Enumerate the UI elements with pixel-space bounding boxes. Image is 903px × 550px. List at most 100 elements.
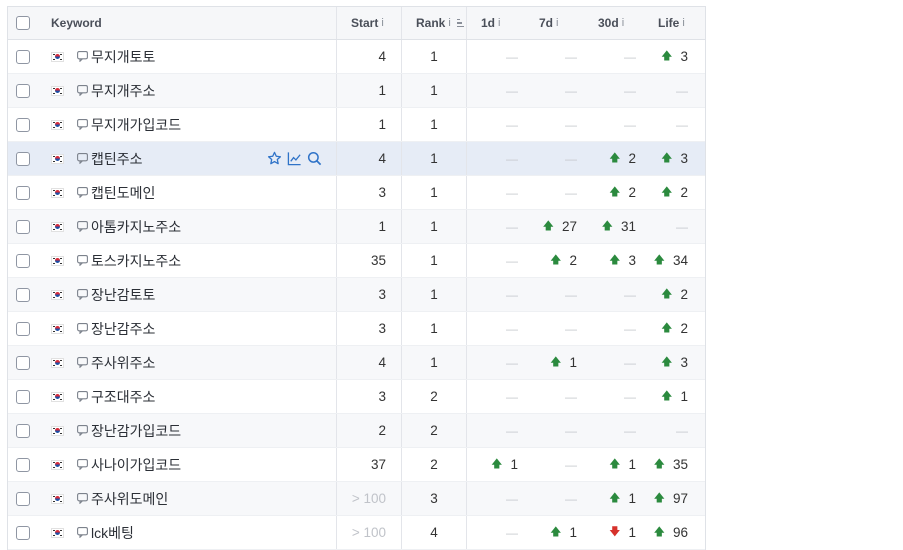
table-row[interactable]: lck베팅 > 100 4— 🡅 1 🡇 1 🡅 96 xyxy=(8,516,705,550)
start-cell: 4 xyxy=(336,40,401,73)
d7-cell: — xyxy=(525,414,584,447)
row-checkbox[interactable] xyxy=(16,457,30,472)
serp-preview-icon[interactable] xyxy=(77,289,88,300)
table-row[interactable]: 무지개주소 1 1 — — — — xyxy=(8,74,705,108)
keyword-text[interactable]: 장난감가입코드 xyxy=(91,421,181,441)
row-checkbox[interactable] xyxy=(16,355,30,370)
rank-column-header[interactable]: Rank i xyxy=(401,7,467,39)
serp-preview-icon[interactable] xyxy=(77,357,88,368)
serp-preview-icon[interactable] xyxy=(77,255,88,266)
d30-cell: — xyxy=(584,40,643,73)
d30-cell: 🡇 1 xyxy=(584,516,643,549)
serp-preview-icon[interactable] xyxy=(77,153,88,164)
keyword-text[interactable]: 무지개가입코드 xyxy=(91,115,181,135)
d7-change: 🡅 27 xyxy=(543,217,577,236)
table-row[interactable]: 무지개토토 4 1— — — 🡅 3 xyxy=(8,40,705,74)
info-icon[interactable]: i xyxy=(682,17,684,29)
serp-preview-icon[interactable] xyxy=(77,391,88,402)
life-column-header[interactable]: Life i xyxy=(643,7,704,39)
row-checkbox[interactable] xyxy=(16,321,30,336)
table-row[interactable]: 캡틴도메인 3 1— — 🡅 2 🡅 2 xyxy=(8,176,705,210)
start-cell: 4 xyxy=(336,142,401,175)
serp-preview-icon[interactable] xyxy=(77,51,88,62)
serp-preview-icon[interactable] xyxy=(77,459,88,470)
info-icon[interactable]: i xyxy=(498,17,500,29)
keyword-text[interactable]: 캡틴주소 xyxy=(91,149,143,169)
row-checkbox[interactable] xyxy=(16,287,30,302)
arrow-up-icon: 🡅 xyxy=(661,390,673,402)
serp-preview-icon[interactable] xyxy=(77,493,88,504)
info-icon[interactable]: i xyxy=(556,17,558,29)
serp-preview-icon[interactable] xyxy=(77,119,88,130)
info-icon[interactable]: i xyxy=(448,17,450,29)
serp-preview-icon[interactable] xyxy=(77,323,88,334)
row-checkbox[interactable] xyxy=(16,389,30,404)
rank-cell: 2 xyxy=(401,380,467,413)
info-icon[interactable]: i xyxy=(622,17,624,29)
row-checkbox[interactable] xyxy=(16,49,30,64)
row-checkbox[interactable] xyxy=(16,185,30,200)
row-checkbox[interactable] xyxy=(16,253,30,268)
serp-preview-icon[interactable] xyxy=(77,425,88,436)
keyword-text[interactable]: 무지개토토 xyxy=(91,47,155,67)
serp-preview-icon[interactable] xyxy=(77,221,88,232)
select-all-cell xyxy=(8,7,38,39)
keyword-text[interactable]: 토스카지노주소 xyxy=(91,251,181,271)
table-row[interactable]: 구조대주소 3 2— — — 🡅 1 xyxy=(8,380,705,414)
keyword-text[interactable]: 무지개주소 xyxy=(91,81,155,101)
table-row[interactable]: 주사위도메인 > 100 3— — 🡅 1 🡅 97 xyxy=(8,482,705,516)
keyword-text[interactable]: 장난감주소 xyxy=(91,319,155,339)
d1-column-header[interactable]: 1d i xyxy=(467,7,525,39)
row-checkbox[interactable] xyxy=(16,525,30,540)
keyword-text[interactable]: 구조대주소 xyxy=(91,387,155,407)
select-all-checkbox[interactable] xyxy=(16,16,30,30)
d7-empty: — xyxy=(565,389,577,404)
row-checkbox[interactable] xyxy=(16,117,30,132)
serp-preview-icon[interactable] xyxy=(77,85,88,96)
life-cell: 🡅 2 xyxy=(643,176,704,209)
row-select-cell xyxy=(8,414,38,447)
d7-column-header[interactable]: 7d i xyxy=(525,7,584,39)
row-checkbox[interactable] xyxy=(16,219,30,234)
chart-icon[interactable] xyxy=(287,151,302,166)
row-checkbox[interactable] xyxy=(16,423,30,438)
d7-empty: — xyxy=(565,457,577,472)
keyword-text[interactable]: 아톰카지노주소 xyxy=(91,217,181,237)
search-icon[interactable] xyxy=(307,151,322,166)
keyword-text[interactable]: 사나이가입코드 xyxy=(91,455,181,475)
korea-flag-icon xyxy=(51,391,64,402)
sort-ascending-icon[interactable] xyxy=(456,18,464,28)
start-column-header[interactable]: Start i xyxy=(336,7,401,39)
star-icon[interactable] xyxy=(267,151,282,166)
d1-cell: — xyxy=(467,40,525,73)
keyword-column-header[interactable]: Keyword xyxy=(38,7,336,39)
d7-cell: — xyxy=(525,40,584,73)
table-row[interactable]: 장난감가입코드 2 2 — — — — xyxy=(8,414,705,448)
table-row[interactable]: 아톰카지노주소 1 1 — 🡅 27 🡅 31 — xyxy=(8,210,705,244)
table-row[interactable]: 토스카지노주소 35 1— 🡅 2 🡅 3 🡅 34 xyxy=(8,244,705,278)
info-icon[interactable]: i xyxy=(381,17,383,29)
d30-cell: 🡅 1 xyxy=(584,482,643,515)
row-checkbox[interactable] xyxy=(16,491,30,506)
life-value: 34 xyxy=(672,253,688,268)
table-row[interactable]: 사나이가입코드 37 2 🡅 1— 🡅 1 🡅 35 xyxy=(8,448,705,482)
serp-preview-icon[interactable] xyxy=(77,527,88,538)
life-cell: 🡅 96 xyxy=(643,516,704,549)
d30-column-header[interactable]: 30d i xyxy=(584,7,643,39)
row-checkbox[interactable] xyxy=(16,151,30,166)
keyword-text[interactable]: 캡틴도메인 xyxy=(91,183,155,203)
table-row[interactable]: 주사위주소 4 1— 🡅 1— 🡅 3 xyxy=(8,346,705,380)
keyword-text[interactable]: 주사위주소 xyxy=(91,353,155,373)
table-row[interactable]: 캡틴주소 4 1— — 🡅 2 🡅 3 xyxy=(8,142,705,176)
life-value: 3 xyxy=(680,151,688,166)
table-row[interactable]: 장난감토토 3 1— — — 🡅 2 xyxy=(8,278,705,312)
keyword-text[interactable]: 주사위도메인 xyxy=(91,489,168,509)
table-row[interactable]: 무지개가입코드 1 1 — — — — xyxy=(8,108,705,142)
d30-cell: — xyxy=(584,312,643,345)
arrow-up-icon: 🡅 xyxy=(609,254,621,266)
table-row[interactable]: 장난감주소 3 1— — — 🡅 2 xyxy=(8,312,705,346)
keyword-text[interactable]: 장난감토토 xyxy=(91,285,155,305)
row-checkbox[interactable] xyxy=(16,83,30,98)
serp-preview-icon[interactable] xyxy=(77,187,88,198)
d7-value: 1 xyxy=(569,525,577,540)
